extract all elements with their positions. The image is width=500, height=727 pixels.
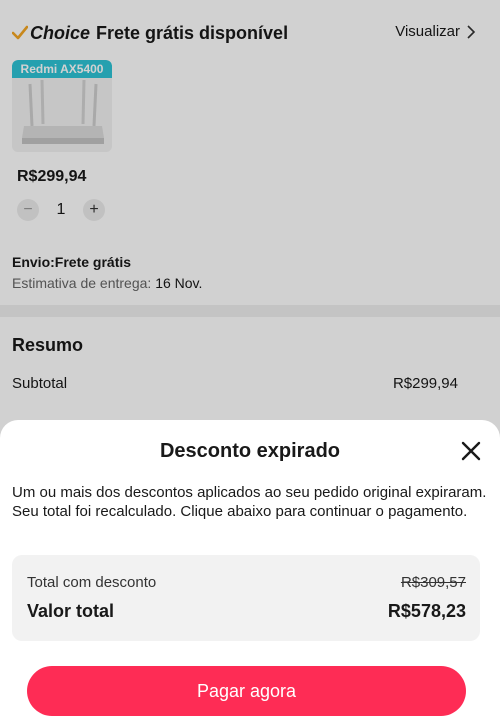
discount-expired-sheet: Desconto expirado Um ou mais dos descont… [0, 420, 500, 727]
discount-total-label: Total com desconto [27, 574, 157, 591]
total-label: Valor total [27, 601, 115, 621]
pay-now-button[interactable]: Pagar agora [27, 666, 466, 716]
total-value: R$578,23 [387, 601, 466, 621]
close-icon[interactable] [460, 440, 482, 462]
totals-box: Total com desconto R$309,57 Valor total … [12, 555, 480, 641]
discount-total-value: R$309,57 [400, 574, 466, 591]
sheet-title: Desconto expirado [159, 440, 341, 462]
sheet-message: Um ou mais dos descontos aplicados ao se… [12, 484, 487, 520]
